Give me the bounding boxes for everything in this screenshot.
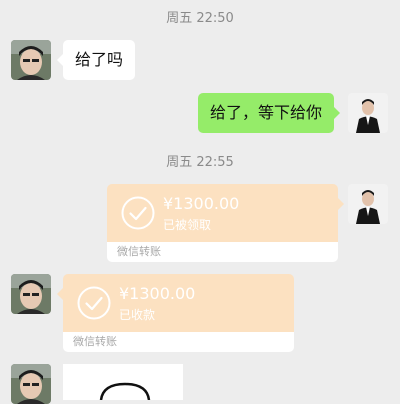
my-avatar[interactable] [348,93,388,133]
contact-avatar[interactable] [11,364,51,404]
image-message[interactable] [63,364,183,400]
transfer-card-sent[interactable]: ¥1300.00 已被领取 微信转账 [107,184,338,262]
received-message[interactable]: 给了吗 [56,40,136,80]
transfer-amount: ¥1300.00 [119,284,196,303]
bubble-tail [338,198,344,210]
transfer-label: 微信转账 [107,242,338,262]
sent-message[interactable]: 给了，等下给你 [198,93,341,133]
transfer-status: 已被领取 [163,218,212,232]
timestamp: 周五 22:55 [166,155,234,170]
contact-avatar[interactable] [11,40,51,80]
transfer-amount: ¥1300.00 [163,194,240,213]
transfer-card-body: ¥1300.00 已收款 [63,274,294,332]
check-circle-icon [77,286,111,320]
timestamp: 周五 22:50 [166,11,234,26]
transfer-card-body: ¥1300.00 已被领取 [107,184,338,242]
check-circle-icon [121,196,155,230]
transfer-card-received[interactable]: ¥1300.00 已收款 微信转账 [63,274,294,352]
sticker-image [99,382,151,400]
transfer-label: 微信转账 [63,332,294,352]
my-avatar[interactable] [348,184,388,224]
contact-avatar[interactable] [11,274,51,314]
transfer-status: 已收款 [119,308,156,322]
